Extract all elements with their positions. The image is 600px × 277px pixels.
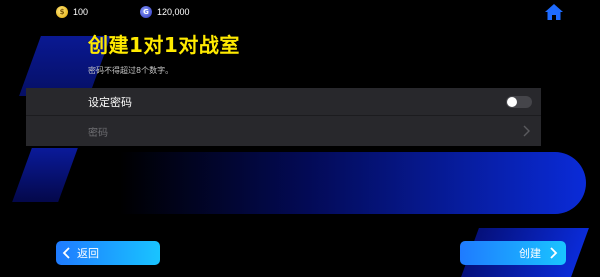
currency-bar: $ 100 G 120,000: [56, 4, 242, 20]
create-button-label: 创建: [519, 247, 541, 260]
back-button[interactable]: 返回: [56, 241, 160, 265]
settings-panel: 设定密码 密码: [26, 88, 541, 146]
chevron-right-icon: [523, 125, 530, 137]
create-button[interactable]: 创建: [460, 241, 566, 265]
set-password-toggle[interactable]: [506, 96, 532, 108]
back-button-label: 返回: [77, 247, 99, 260]
gold-currency: $ 100: [56, 6, 88, 18]
gem-coin-icon: G: [140, 6, 153, 18]
gem-currency: G 120,000: [140, 6, 190, 18]
home-icon: [545, 4, 563, 20]
password-hint: 密码不得超过8个数字。: [88, 66, 174, 75]
password-row[interactable]: 密码: [26, 117, 541, 145]
gold-amount: 100: [73, 7, 89, 17]
gold-coin-icon: $: [56, 6, 68, 18]
chevron-left-icon: [62, 247, 70, 259]
gem-amount: 120,000: [157, 7, 190, 17]
chevron-right-icon: [550, 247, 558, 259]
background-band: [120, 152, 586, 214]
set-password-label: 设定密码: [88, 95, 132, 109]
home-button[interactable]: [544, 3, 564, 21]
background-decoration: [12, 148, 78, 202]
password-label: 密码: [88, 127, 108, 139]
toggle-knob: [507, 97, 517, 107]
set-password-row[interactable]: 设定密码: [26, 88, 541, 116]
page-title: 创建1对1对战室: [88, 33, 240, 57]
